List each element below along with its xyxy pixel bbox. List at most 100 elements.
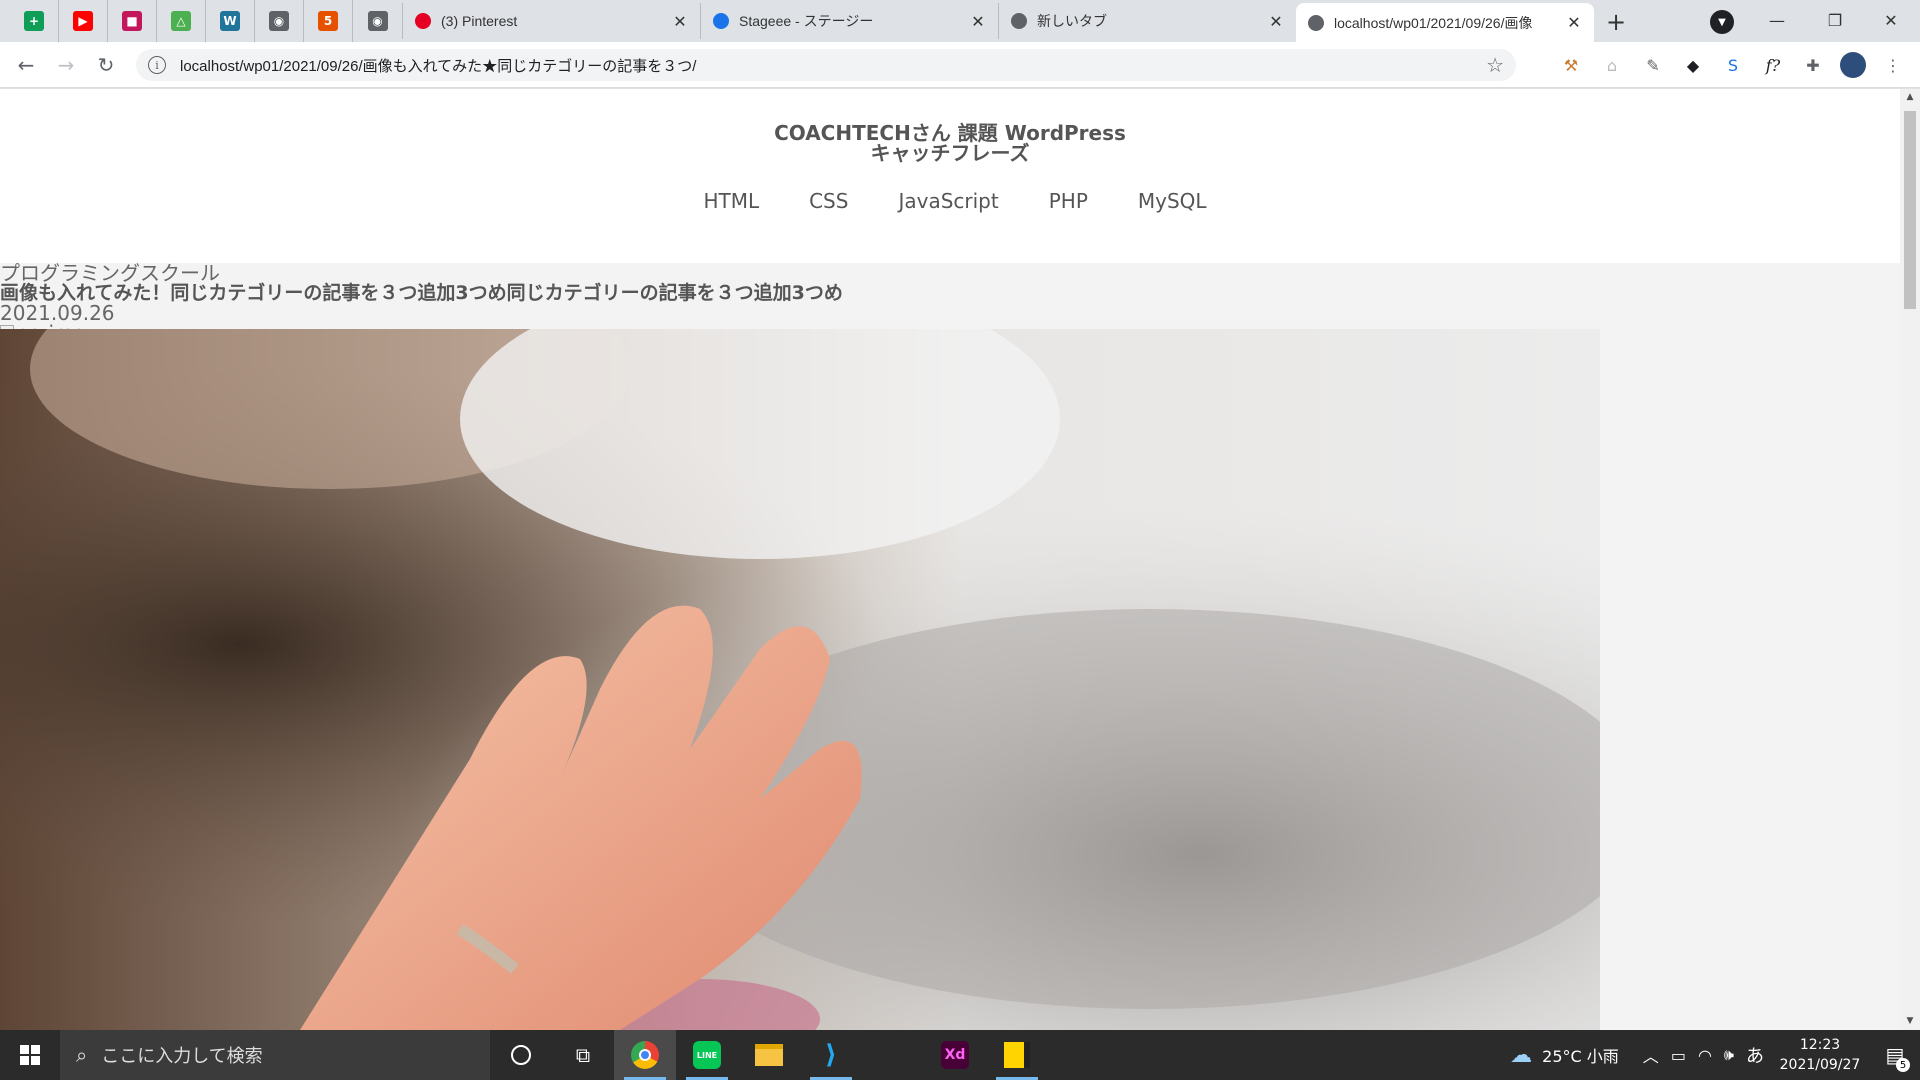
tab[interactable]: 新しいタブ ✕ <box>998 3 1296 39</box>
puzzle-piece-extension-icon[interactable]: ◆ <box>1678 50 1708 80</box>
site-title[interactable]: COACHTECHさん 課題 WordPress <box>0 89 1900 143</box>
search-icon: ⌕ <box>76 1043 88 1067</box>
tab-search-icon[interactable]: ▼ <box>1710 10 1734 34</box>
nav-link-mysql[interactable]: MySQL <box>1138 189 1207 213</box>
book-icon: ■ <box>122 11 142 31</box>
reload-button[interactable]: ↻ <box>86 45 126 85</box>
task-view-icon: ⧉ <box>575 1043 591 1067</box>
bookmark-extension-icon[interactable]: ⌂ <box>1597 50 1627 80</box>
wifi-icon[interactable]: ◠ <box>1698 1046 1712 1065</box>
close-window-button[interactable]: ✕ <box>1862 0 1920 40</box>
pinned-tab[interactable]: ◉ <box>353 0 402 42</box>
page-scrollbar[interactable]: ▲ ▼ <box>1900 89 1920 1030</box>
pinned-tab[interactable]: △ <box>157 0 206 42</box>
show-hidden-icons-icon[interactable]: ︿ <box>1643 1043 1659 1067</box>
restore-button[interactable]: ❐ <box>1806 0 1864 40</box>
bookmark-star-icon[interactable]: ☆ <box>1486 53 1504 77</box>
post-date: 2021.09.26 <box>0 301 115 325</box>
tab-title: (3) Pinterest <box>441 13 518 29</box>
taskbar-line[interactable]: LINE <box>676 1030 738 1080</box>
wordpress-icon: W <box>220 11 240 31</box>
taskbar-xd[interactable]: Xd <box>924 1030 986 1080</box>
site-info-icon[interactable]: i <box>148 56 166 74</box>
search-placeholder: ここに入力して検索 <box>101 1046 263 1067</box>
tab-close-icon[interactable]: ✕ <box>1566 13 1582 32</box>
extensions-icon[interactable]: ✚ <box>1798 50 1828 80</box>
url-text[interactable]: localhost/wp01/2021/09/26/画像も入れてみた★同じカテゴ… <box>180 55 1486 76</box>
notification-center-button[interactable]: ▤ 5 <box>1870 1030 1920 1080</box>
tab-title: Stageee - ステージー <box>739 13 874 29</box>
vscode-icon: ⟩ <box>825 1040 837 1070</box>
scroll-thumb[interactable] <box>1904 111 1916 309</box>
tab-active[interactable]: localhost/wp01/2021/09/26/画像 ✕ <box>1296 3 1594 42</box>
clock[interactable]: 12:23 2021/09/27 <box>1770 1035 1870 1075</box>
nav-link-php[interactable]: PHP <box>1049 189 1088 213</box>
scroll-down-arrow[interactable]: ▼ <box>1904 1015 1916 1027</box>
windows-taskbar: ⌕ ここに入力して検索 ⧉ LINE ⟩ Xd ☁ 25°C 小雨 ︿ ▭ ◠ … <box>0 1030 1920 1080</box>
youtube-icon: ▶ <box>73 11 93 31</box>
task-view-button[interactable]: ⧉ <box>552 1030 614 1080</box>
chrome-icon <box>631 1041 659 1069</box>
tab-list: (3) Pinterest ✕ Stageee - ステージー ✕ 新しいタブ ✕ loca… <box>402 0 1594 42</box>
tab-close-icon[interactable]: ✕ <box>970 12 986 31</box>
pinned-tab[interactable]: W <box>206 0 255 42</box>
clock-time: 12:23 <box>1799 1037 1841 1053</box>
start-button[interactable] <box>0 1030 60 1080</box>
taskbar-chrome[interactable] <box>614 1030 676 1080</box>
battery-icon[interactable]: ▭ <box>1671 1046 1686 1065</box>
windows-logo-icon <box>20 1045 40 1065</box>
taskbar-sticky-notes[interactable] <box>986 1030 1048 1080</box>
nav-link-html[interactable]: HTML <box>703 189 759 213</box>
drive-icon: △ <box>171 11 191 31</box>
nav-link-css[interactable]: CSS <box>809 189 848 213</box>
weather-cloud-icon[interactable]: ☁ <box>1510 1043 1532 1068</box>
site-header: COACHTECHさん 課題 WordPress キャッチフレーズ HTML CS… <box>0 89 1900 263</box>
eyedropper-extension-icon[interactable]: ✎ <box>1638 50 1668 80</box>
weather-text[interactable]: 25°C 小雨 <box>1542 1043 1619 1067</box>
page-viewport: COACHTECHさん 課題 WordPress キャッチフレーズ HTML CS… <box>0 89 1920 1030</box>
font-extension-icon[interactable]: f? <box>1758 50 1788 80</box>
globe-icon: ◉ <box>367 11 388 31</box>
post-title: 画像も入れてみた！同じカテゴリーの記事を３つ追加3つめ同じカテゴリーの記事を３つ… <box>0 282 843 304</box>
taskbar-file-explorer[interactable] <box>738 1030 800 1080</box>
tab-title: 新しいタブ <box>1037 13 1107 29</box>
taskbar-empty <box>862 1030 924 1080</box>
globe-icon <box>1308 14 1324 31</box>
adobe-xd-icon: Xd <box>941 1041 969 1069</box>
extension-hammer-icon[interactable]: ⚒ <box>1556 50 1586 80</box>
post-category[interactable]: プログラミングスクール <box>0 263 1900 283</box>
pinned-tab[interactable]: 5 <box>304 0 353 42</box>
tab-close-icon[interactable]: ✕ <box>672 12 688 31</box>
tab[interactable]: Stageee - ステージー ✕ <box>700 3 998 39</box>
minimize-button[interactable]: — <box>1748 0 1806 40</box>
pinned-tab[interactable]: ■ <box>108 0 157 42</box>
cortana-icon <box>511 1045 531 1065</box>
post-area: プログラミングスクール 画像も入れてみた！同じカテゴリーの記事を３つ追加3つめ同… <box>0 263 1900 1030</box>
address-bar[interactable]: i localhost/wp01/2021/09/26/画像も入れてみた★同じカ… <box>136 49 1516 81</box>
tab-close-icon[interactable]: ✕ <box>1268 12 1284 31</box>
ime-indicator[interactable]: あ <box>1746 1042 1764 1068</box>
stageee-icon <box>713 13 729 29</box>
pinned-tab[interactable]: + <box>10 0 59 42</box>
forward-button[interactable]: → <box>46 45 86 85</box>
taskbar-vscode[interactable]: ⟩ <box>800 1030 862 1080</box>
post-photo <box>0 329 1600 1030</box>
google-sheets-icon: + <box>24 11 44 31</box>
nav-link-javascript[interactable]: JavaScript <box>898 189 998 213</box>
pinned-tab[interactable]: ◉ <box>255 0 304 42</box>
pinned-tab[interactable]: ▶ <box>59 0 108 42</box>
volume-icon[interactable]: 🕪 <box>1724 1045 1734 1065</box>
tab[interactable]: (3) Pinterest ✕ <box>402 3 700 39</box>
s-extension-icon[interactable]: S <box>1718 50 1748 80</box>
menu-icon[interactable]: ⋮ <box>1878 50 1908 80</box>
profile-avatar[interactable] <box>1838 50 1868 80</box>
cortana-button[interactable] <box>490 1030 552 1080</box>
tab-title: localhost/wp01/2021/09/26/画像 <box>1334 14 1533 31</box>
scroll-up-arrow[interactable]: ▲ <box>1904 91 1916 103</box>
taskbar-search-box[interactable]: ⌕ ここに入力して検索 <box>60 1030 490 1080</box>
back-button[interactable]: ← <box>6 45 46 85</box>
tab-strip: + ▶ ■ △ W ◉ 5 ◉ (3) Pinterest ✕ Stageee - ステージー ✕ 新… <box>0 0 1920 42</box>
new-tab-button[interactable]: + <box>1602 8 1630 36</box>
site-nav: HTML CSS JavaScript PHP MySQL <box>10 189 1900 213</box>
site-catchphrase: キャッチフレーズ <box>870 141 1030 165</box>
